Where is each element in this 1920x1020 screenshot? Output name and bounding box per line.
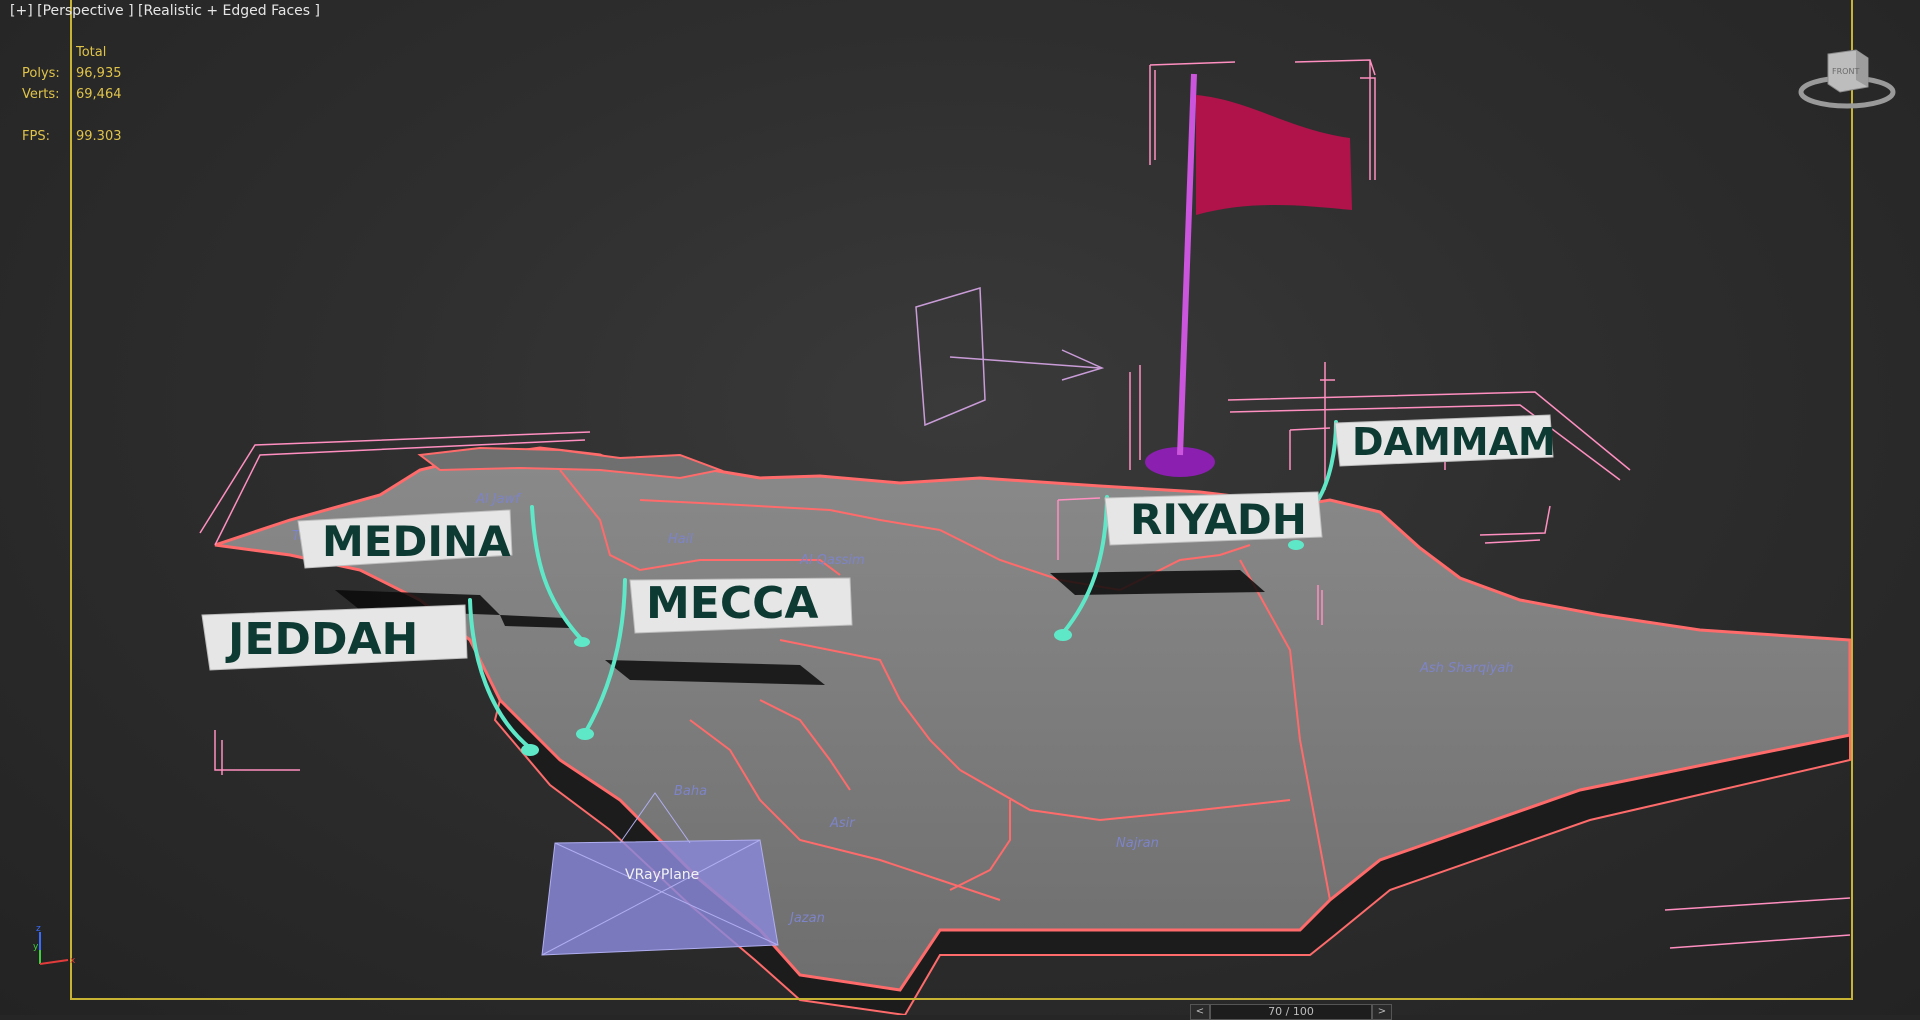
flag-pole	[1177, 73, 1197, 456]
axis-z-label: z	[36, 924, 41, 934]
camera-helper[interactable]	[915, 287, 1105, 427]
region-label-baha: Baha	[674, 784, 707, 799]
viewport-frame-bottom	[70, 998, 1853, 1000]
region-label-hail: Hail	[668, 532, 693, 547]
viewport-label[interactable]: [+] [Perspective ] [Realistic + Edged Fa…	[10, 3, 320, 19]
stats-fps-label: FPS:	[22, 129, 50, 144]
region-label-al-jawf: Al Jawf	[475, 492, 522, 507]
region-label-asir: Asir	[829, 816, 856, 831]
city-label-mecca: MECCA	[646, 578, 818, 629]
stats-fps-value: 99.303	[76, 129, 122, 144]
timeline-prev-button[interactable]: <	[1190, 1004, 1210, 1020]
scene-canvas[interactable]: Al Jawf Tabuk Hail Al Qassim Ash Sharqiy…	[0, 0, 1920, 1015]
region-label-najran: Najran	[1116, 836, 1159, 851]
axis-tripod-icon: z y x	[33, 924, 76, 966]
axis-x-label: x	[70, 956, 76, 966]
viewport-frame-left	[70, 0, 72, 1000]
stats-polys-label: Polys:	[22, 66, 60, 81]
stats-polys-value: 96,935	[76, 66, 122, 81]
city-label-jeddah-board: JEDDAH	[201, 604, 468, 671]
region-label-jazan: Jazan	[787, 911, 825, 926]
scene-statistics: Total Polys: 96,935 Verts: 69,464 FPS: 9…	[22, 42, 122, 147]
city-label-riyadh-board: RIYADH	[1104, 491, 1323, 546]
stats-verts-label: Verts:	[22, 87, 60, 102]
viewcube-icon[interactable]: FRONT	[1798, 42, 1896, 114]
axis-y-label: y	[33, 942, 39, 952]
city-label-medina: MEDINA	[322, 517, 511, 566]
perspective-viewport[interactable]: Al Jawf Tabuk Hail Al Qassim Ash Sharqiy…	[0, 0, 1920, 1020]
viewport-frame-right	[1851, 0, 1853, 1000]
region-label-eastern: Ash Sharqiyah	[1419, 661, 1514, 676]
city-label-dammam-board: DAMMAM	[1334, 414, 1556, 467]
stats-verts-value: 69,464	[76, 87, 122, 102]
flag-cloth	[1196, 95, 1352, 215]
city-label-jeddah: JEDDAH	[225, 614, 418, 665]
timeline-slider[interactable]: 70 / 100	[1210, 1004, 1372, 1020]
vray-plane-label: VRayPlane	[625, 867, 699, 883]
city-label-mecca-board: MECCA	[629, 577, 853, 634]
city-label-riyadh: RIYADH	[1130, 495, 1307, 544]
viewcube-face-label: FRONT	[1832, 67, 1859, 76]
stats-total-header: Total	[76, 45, 107, 60]
pin-dammam	[1316, 420, 1338, 502]
timeline-next-button[interactable]: >	[1372, 1004, 1392, 1020]
city-label-medina-board: MEDINA	[297, 509, 513, 569]
region-label-al-qassim: Al Qassim	[799, 553, 865, 568]
city-label-dammam: DAMMAM	[1352, 420, 1556, 464]
riyadh-flag[interactable]	[1145, 73, 1352, 477]
